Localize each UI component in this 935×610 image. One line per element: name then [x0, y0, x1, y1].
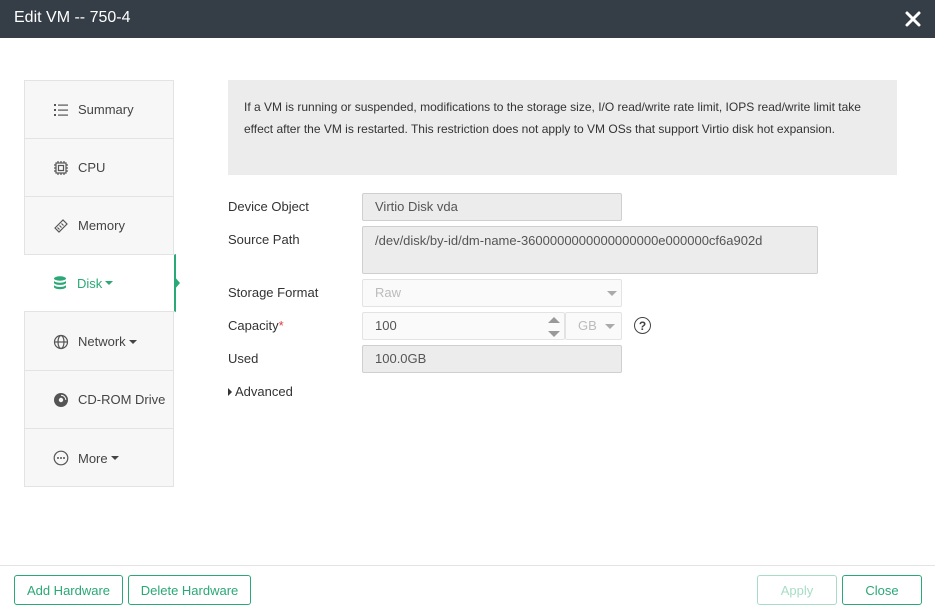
spin-down-icon[interactable]: [548, 331, 560, 337]
close-icon[interactable]: [903, 9, 923, 29]
used-field: 100.0GB: [362, 345, 622, 373]
cpu-icon: [52, 159, 70, 177]
sidebar-item-label: Summary: [78, 102, 134, 117]
footer-divider: [0, 565, 935, 566]
source-path-field: /dev/disk/by-id/dm-name-3600000000000000…: [362, 226, 818, 274]
chevron-right-icon: [228, 387, 232, 396]
device-object-field: Virtio Disk vda: [362, 193, 622, 221]
sidebar-item-more[interactable]: More: [25, 429, 173, 487]
chevron-down-icon: [128, 339, 137, 344]
sidebar-item-cpu[interactable]: CPU: [25, 139, 173, 197]
source-path-label: Source Path: [228, 232, 300, 247]
memory-icon: [52, 217, 70, 235]
more-icon: [52, 449, 70, 467]
sidebar-item-label: Disk: [77, 275, 103, 291]
restart-notice: If a VM is running or suspended, modific…: [228, 80, 897, 175]
close-button[interactable]: Close: [842, 575, 922, 605]
apply-button[interactable]: Apply: [757, 575, 837, 605]
sidebar-item-summary[interactable]: Summary: [25, 81, 173, 139]
advanced-toggle[interactable]: Advanced: [228, 384, 293, 399]
storage-format-select[interactable]: Raw: [362, 279, 622, 307]
add-hardware-button[interactable]: Add Hardware: [14, 575, 123, 605]
chevron-down-icon: [605, 324, 615, 329]
capacity-unit-value: GB: [578, 318, 597, 333]
sidebar-item-label: More: [78, 450, 108, 466]
sidebar-item-label: Memory: [78, 218, 125, 233]
help-icon[interactable]: ?: [634, 317, 651, 334]
sidebar-item-label: CPU: [78, 160, 106, 175]
capacity-label: Capacity*: [228, 318, 284, 333]
database-icon: [51, 274, 69, 292]
sidebar-item-memory[interactable]: Memory: [25, 197, 173, 255]
storage-format-value: Raw: [375, 285, 402, 300]
dialog-titlebar: Edit VM -- 750-4: [0, 0, 935, 38]
capacity-input[interactable]: 100: [362, 312, 565, 340]
globe-icon: [52, 333, 70, 351]
chevron-down-icon: [110, 456, 119, 460]
chevron-down-icon: [105, 281, 114, 285]
device-object-label: Device Object: [228, 199, 309, 214]
sidebar-item-network[interactable]: Network: [25, 313, 173, 371]
used-label: Used: [228, 351, 259, 366]
storage-format-label: Storage Format: [228, 285, 319, 300]
sidebar-item-disk[interactable]: Disk: [24, 254, 176, 312]
sidebar-item-label: CD-ROM Drive: [78, 392, 166, 407]
active-indicator: [174, 276, 180, 290]
required-mark: *: [278, 318, 284, 333]
list-icon: [52, 101, 70, 119]
delete-hardware-button[interactable]: Delete Hardware: [128, 575, 251, 605]
hardware-sidebar: Summary CPU Memory Disk Network CD-ROM D…: [24, 80, 176, 487]
dialog-title: Edit VM -- 750-4: [14, 9, 131, 26]
capacity-value: 100: [375, 318, 397, 333]
capacity-label-text: Capacity: [228, 318, 279, 333]
spin-up-icon[interactable]: [548, 317, 560, 323]
advanced-label: Advanced: [235, 384, 293, 399]
disc-icon: [52, 391, 70, 409]
sidebar-item-cdrom[interactable]: CD-ROM Drive: [25, 371, 173, 429]
chevron-down-icon: [607, 291, 617, 296]
sidebar-item-label: Network: [78, 334, 126, 349]
